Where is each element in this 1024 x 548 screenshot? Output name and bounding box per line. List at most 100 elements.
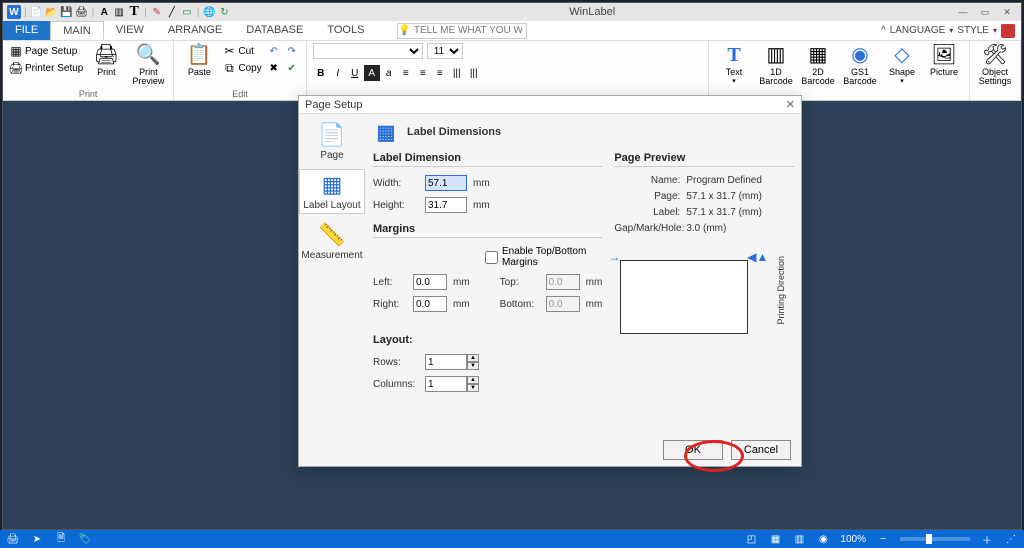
open-icon[interactable]: 📂 — [45, 5, 59, 19]
columns-spinner[interactable]: ▲▼ — [425, 376, 479, 392]
copy-button[interactable]: ⧉Copy — [222, 60, 261, 76]
print-icon[interactable]: 🖨 — [75, 5, 89, 19]
align-right-button[interactable]: ≡ — [432, 65, 448, 81]
cursor-icon[interactable]: ➤ — [30, 532, 44, 546]
caret-up-icon[interactable]: ^ — [881, 25, 886, 36]
view2-icon[interactable]: ▦ — [768, 532, 782, 546]
close-button[interactable]: ✕ — [997, 5, 1017, 19]
pencil-icon[interactable]: ✎ — [150, 5, 164, 19]
gs1-button[interactable]: ◉GS1 Barcode — [841, 43, 879, 87]
sidebar-item-measurement[interactable]: 📏 Measurement — [299, 220, 365, 263]
spin-up-icon[interactable]: ▲ — [467, 376, 479, 384]
delete-icon[interactable]: ✖ — [266, 60, 282, 76]
zoom-out-button[interactable]: − — [876, 532, 890, 546]
italic-button[interactable]: I — [330, 65, 346, 81]
tab-arrange[interactable]: ARRANGE — [156, 21, 234, 40]
tag-icon[interactable]: 🏷 — [78, 532, 92, 546]
window-title: WinLabel — [234, 6, 950, 18]
new-icon[interactable]: 📄 — [30, 5, 44, 19]
preview-icon: 🔍 — [134, 43, 162, 67]
outline-button[interactable]: a — [381, 65, 397, 81]
rows-input[interactable] — [425, 354, 467, 370]
barcode-1d-button[interactable]: ▥1D Barcode — [757, 43, 795, 87]
chevron-down-icon[interactable]: ▾ — [949, 26, 953, 35]
tab-main[interactable]: MAIN — [50, 21, 104, 40]
barcode-fmt-icon[interactable]: ||| — [449, 65, 465, 81]
paste-button[interactable]: 📋Paste — [180, 43, 218, 77]
ruler-icon: 📏 — [318, 222, 346, 248]
tab-tools[interactable]: TOOLS — [315, 21, 376, 40]
picture-button[interactable]: 🖼Picture — [925, 43, 963, 77]
document-icon[interactable]: 🗎 — [54, 532, 68, 546]
label-height: Height: — [373, 200, 419, 211]
zoom-in-button[interactable]: ＋ — [980, 532, 994, 546]
cut-button[interactable]: ✂Cut — [222, 43, 261, 59]
view3-icon[interactable]: ▥ — [792, 532, 806, 546]
inverse-button[interactable]: A — [364, 65, 380, 81]
spin-down-icon[interactable]: ▼ — [467, 384, 479, 392]
font-size-select[interactable]: 11 — [427, 43, 463, 59]
enable-margins-checkbox[interactable] — [485, 251, 498, 264]
cancel-button[interactable]: Cancel — [731, 440, 791, 460]
text-icon[interactable]: A — [97, 5, 111, 19]
v-page: 57.1 x 31.7 (mm) — [686, 191, 762, 202]
globe-icon[interactable]: 🌐 — [202, 5, 216, 19]
margin-top-input — [546, 274, 580, 290]
height-input[interactable] — [425, 197, 467, 213]
spin-up-icon[interactable]: ▲ — [467, 354, 479, 362]
bold-button[interactable]: B — [313, 65, 329, 81]
v-name: Program Defined — [686, 175, 762, 186]
enable-margins-label: Enable Top/Bottom Margins — [502, 246, 602, 268]
rect-icon[interactable]: ▭ — [180, 5, 194, 19]
barcode-icon[interactable]: ▥ — [112, 5, 126, 19]
tab-view[interactable]: VIEW — [104, 21, 156, 40]
check-icon[interactable]: ✔ — [284, 60, 300, 76]
chevron-down-icon[interactable]: ▾ — [993, 26, 997, 35]
width-input[interactable] — [425, 175, 467, 191]
group-label: Edit — [174, 89, 305, 100]
print-preview-button[interactable]: 🔍Print Preview — [129, 43, 167, 87]
tell-me-input[interactable] — [397, 23, 527, 39]
shape-button[interactable]: ◇Shape▾ — [883, 43, 921, 86]
line-icon[interactable]: ╱ — [165, 5, 179, 19]
status-bar: 🖨 ➤ 🗎 🏷 ◰ ▦ ▥ ◉ 100% − ＋ ⋰ — [0, 530, 1024, 548]
columns-input[interactable] — [425, 376, 467, 392]
redo-icon[interactable]: ↷ — [284, 43, 300, 59]
barcode-fmt2-icon[interactable]: ||| — [466, 65, 482, 81]
text-tool-icon[interactable]: T — [127, 5, 141, 19]
view4-icon[interactable]: ◉ — [816, 532, 830, 546]
zoom-slider[interactable] — [900, 537, 970, 541]
print-button[interactable]: 🖨Print — [87, 43, 125, 77]
save-icon[interactable]: 💾 — [60, 5, 74, 19]
barcode-2d-button[interactable]: ▦2D Barcode — [799, 43, 837, 87]
object-settings-button[interactable]: 🛠Object Settings — [976, 43, 1014, 87]
refresh-icon[interactable]: ↻ — [217, 5, 231, 19]
font-name-select[interactable] — [313, 43, 423, 59]
view1-icon[interactable]: ◰ — [744, 532, 758, 546]
sidebar-item-page[interactable]: 📄 Page — [299, 120, 365, 163]
page-setup-button[interactable]: ▦Page Setup — [9, 43, 83, 59]
style-button[interactable]: STYLE — [957, 25, 989, 36]
language-flag-icon[interactable] — [1001, 24, 1015, 38]
sidebar-item-label-layout[interactable]: ▦ Label Layout — [299, 169, 365, 214]
ok-button[interactable]: OK — [663, 440, 723, 460]
underline-button[interactable]: U — [347, 65, 363, 81]
spin-down-icon[interactable]: ▼ — [467, 362, 479, 370]
printer-status-icon[interactable]: 🖨 — [6, 532, 20, 546]
minimize-button[interactable]: — — [953, 5, 973, 19]
copy-icon: ⧉ — [222, 61, 236, 75]
language-button[interactable]: LANGUAGE — [890, 25, 946, 36]
rows-spinner[interactable]: ▲▼ — [425, 354, 479, 370]
margin-left-input[interactable] — [413, 274, 447, 290]
align-left-button[interactable]: ≡ — [398, 65, 414, 81]
tab-file[interactable]: FILE — [3, 21, 50, 40]
text-tool-button[interactable]: TText▾ — [715, 43, 753, 86]
undo-icon[interactable]: ↶ — [266, 43, 282, 59]
maximize-button[interactable]: ▭ — [975, 5, 995, 19]
printer-setup-button[interactable]: 🖨Printer Setup — [9, 60, 83, 76]
align-center-button[interactable]: ≡ — [415, 65, 431, 81]
tab-database[interactable]: DATABASE — [234, 21, 315, 40]
margin-right-input[interactable] — [413, 296, 447, 312]
resize-grip-icon[interactable]: ⋰ — [1004, 532, 1018, 546]
close-icon[interactable]: ✕ — [786, 98, 795, 111]
